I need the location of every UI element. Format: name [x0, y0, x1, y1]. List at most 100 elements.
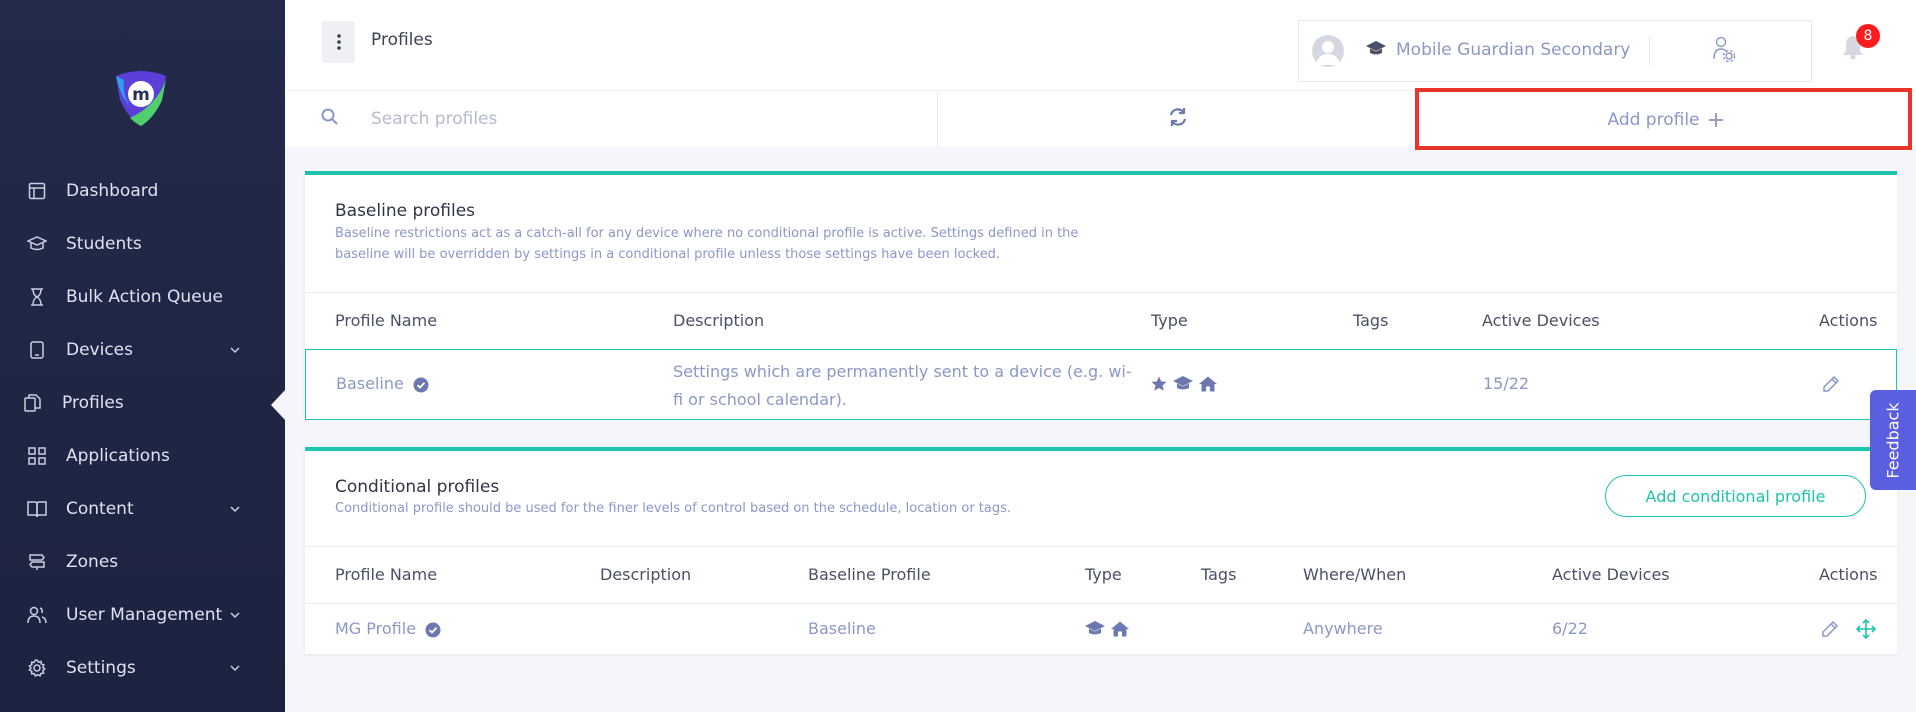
chevron-down-icon [230, 506, 240, 513]
where-when-value: Anywhere [1303, 619, 1383, 638]
dashboard-icon [27, 181, 47, 201]
add-conditional-profile-button[interactable]: Add conditional profile [1605, 475, 1866, 517]
divider [305, 292, 1897, 293]
baseline-profiles-card: Baseline profiles Baseline restrictions … [305, 171, 1897, 420]
sidebar-item-label: User Management [66, 605, 223, 625]
mobile-guardian-logo[interactable]: m [110, 66, 172, 128]
table-row[interactable]: Baseline Settings which are permanently … [305, 349, 1897, 420]
active-indicator [271, 389, 286, 421]
column-header[interactable]: Profile Name [335, 565, 437, 584]
sidebar-item-devices[interactable]: Devices [0, 330, 285, 370]
column-header: Actions [1819, 565, 1878, 584]
section-description: Conditional profile should be used for t… [335, 501, 1012, 516]
active-devices: 15/22 [1483, 374, 1530, 393]
refresh-icon[interactable] [1167, 106, 1189, 132]
sidebar-item-label: Applications [66, 446, 170, 466]
signpost-icon [27, 552, 47, 572]
grid-icon [27, 446, 47, 466]
sidebar-item-label: Dashboard [66, 181, 159, 201]
sidebar-item-label: Settings [66, 658, 136, 678]
kebab-icon [336, 34, 341, 50]
section-title: Conditional profiles [335, 477, 500, 497]
users-icon [27, 605, 47, 625]
profile-type-icons [1085, 621, 1129, 637]
verified-check-icon [425, 622, 441, 637]
sidebar: m Dashboard Students Bulk Action Queue D… [0, 0, 286, 712]
sidebar-item-user-management[interactable]: User Management [0, 595, 285, 635]
sidebar-item-settings[interactable]: Settings [0, 648, 285, 688]
divider [305, 603, 1897, 604]
chevron-down-icon [230, 612, 240, 619]
add-profile-button[interactable]: Add profile [1415, 91, 1916, 148]
verified-check-icon [413, 377, 429, 392]
home-icon [1111, 621, 1129, 637]
feedback-label: Feedback [1883, 401, 1903, 479]
tablet-icon [27, 340, 47, 360]
column-header: Actions [1819, 311, 1878, 330]
star-icon [1151, 376, 1167, 391]
sidebar-item-students[interactable]: Students [0, 224, 285, 264]
move-icon[interactable] [1855, 618, 1877, 643]
edit-icon[interactable] [1821, 620, 1839, 642]
profile-name-link[interactable]: Baseline [336, 374, 429, 393]
profile-name-link[interactable]: MG Profile [335, 619, 441, 638]
home-icon [1199, 376, 1217, 392]
school-selector[interactable]: Mobile Guardian Secondary [1298, 20, 1812, 82]
column-header[interactable]: Baseline Profile [808, 565, 931, 584]
column-header[interactable]: Type [1151, 311, 1188, 330]
edit-icon[interactable] [1822, 375, 1840, 397]
school-name[interactable]: Mobile Guardian Secondary [1396, 40, 1630, 60]
column-header[interactable]: Where/When [1303, 565, 1406, 584]
sidebar-item-zones[interactable]: Zones [0, 542, 285, 582]
svg-text:m: m [132, 85, 150, 105]
graduation-cap-icon [1173, 376, 1193, 390]
profile-type-icons [1151, 376, 1217, 392]
sidebar-item-label: Profiles [62, 393, 124, 413]
sidebar-item-label: Content [66, 499, 134, 519]
add-profile-label: Add profile [1607, 109, 1700, 130]
toolbar: Add profile [285, 90, 1916, 148]
search-input[interactable] [371, 103, 871, 135]
notification-badge: 8 [1856, 24, 1880, 48]
sidebar-item-content[interactable]: Content [0, 489, 285, 529]
section-description: Baseline restrictions act as a catch-all… [335, 226, 1079, 262]
column-header[interactable]: Active Devices [1482, 311, 1600, 330]
baseline-profile-link[interactable]: Baseline [808, 619, 876, 638]
copy-icon [23, 393, 43, 413]
chevron-down-icon [230, 665, 240, 672]
gear-icon [27, 658, 47, 678]
page-title: Profiles [371, 30, 433, 50]
column-header[interactable]: Type [1085, 565, 1122, 584]
sidebar-item-label: Students [66, 234, 142, 254]
conditional-profiles-card: Conditional profiles Conditional profile… [305, 447, 1897, 654]
column-header[interactable]: Description [600, 565, 691, 584]
sidebar-item-label: Devices [66, 340, 133, 360]
sidebar-item-bulk-action-queue[interactable]: Bulk Action Queue [0, 277, 285, 317]
column-header[interactable]: Profile Name [335, 311, 437, 330]
column-header[interactable]: Tags [1201, 565, 1236, 584]
user-settings-icon[interactable] [1712, 35, 1736, 67]
sidebar-item-profiles[interactable]: Profiles [0, 383, 285, 423]
sidebar-item-applications[interactable]: Applications [0, 436, 285, 476]
graduation-cap-icon [1366, 41, 1386, 61]
section-title: Baseline profiles [335, 201, 476, 221]
divider [1649, 37, 1650, 65]
column-header[interactable]: Description [673, 311, 764, 330]
graduation-cap-icon [27, 234, 47, 254]
graduation-cap-icon [1085, 621, 1105, 635]
active-devices: 6/22 [1552, 619, 1588, 638]
divider [305, 546, 1897, 547]
plus-icon [1708, 112, 1723, 127]
sidebar-item-label: Bulk Action Queue [66, 287, 223, 307]
more-menu-button[interactable] [322, 21, 355, 63]
column-header[interactable]: Tags [1353, 311, 1388, 330]
profile-description: Settings which are permanently sent to a… [673, 362, 1132, 409]
sidebar-item-dashboard[interactable]: Dashboard [0, 171, 285, 211]
hourglass-icon [27, 287, 47, 307]
divider [937, 91, 938, 148]
search-icon [321, 108, 338, 129]
column-header[interactable]: Active Devices [1552, 565, 1670, 584]
avatar[interactable] [1312, 35, 1344, 67]
sidebar-item-label: Zones [66, 552, 119, 572]
feedback-tab[interactable]: Feedback [1870, 390, 1916, 490]
